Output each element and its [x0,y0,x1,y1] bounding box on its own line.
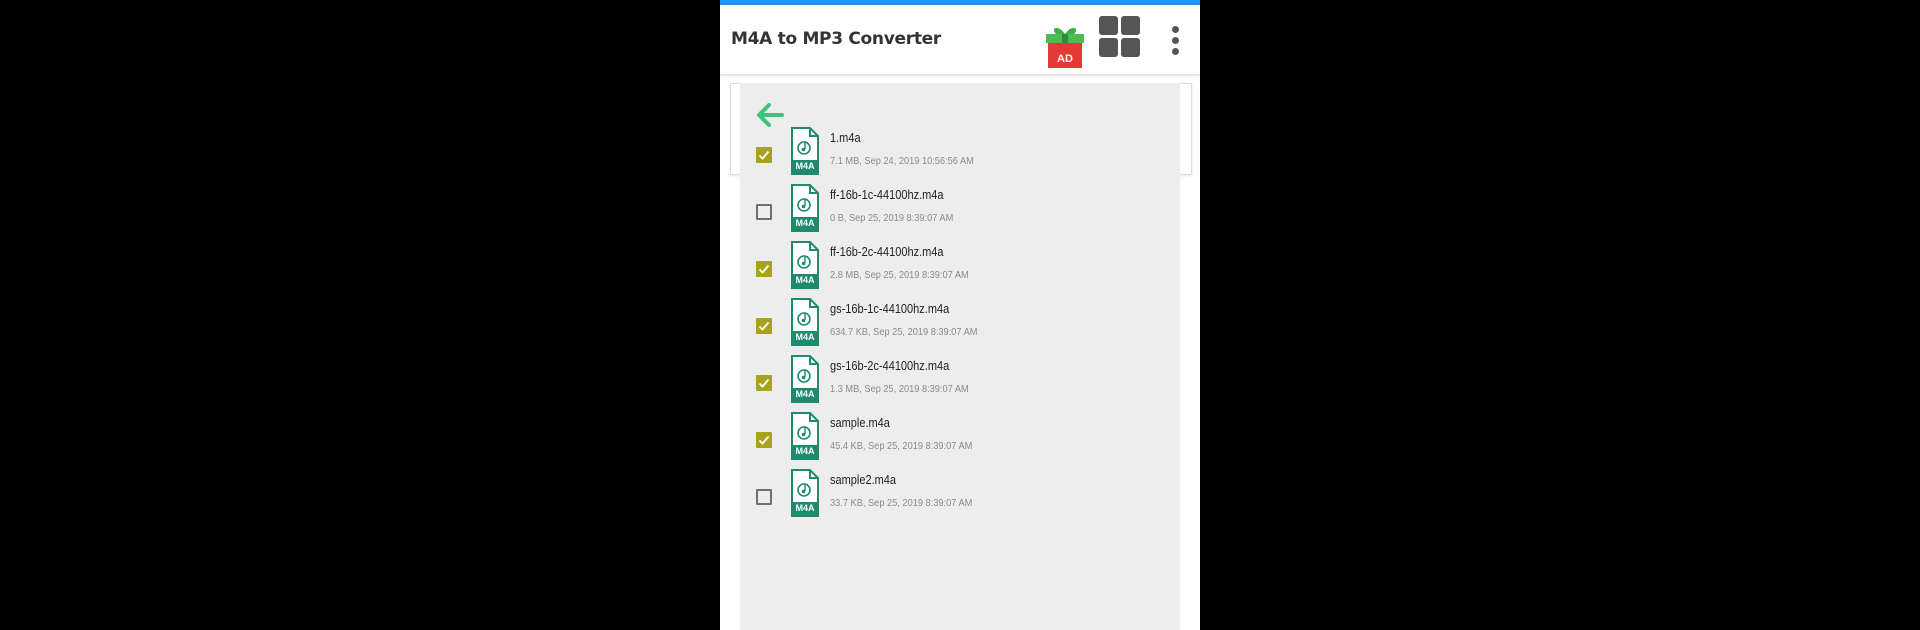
file-meta: 2.8 MB, Sep 25, 2019 8:39:07 AM [830,269,969,281]
file-type-badge: M4A [795,332,815,342]
file-row[interactable]: M4A 1.m4a 7.1 MB, Sep 24, 2019 10:56:56 AM [740,127,1180,184]
m4a-file-icon: M4A [791,184,819,232]
file-meta: 45.4 KB, Sep 25, 2019 8:39:07 AM [830,440,973,452]
file-row[interactable]: M4A ff-16b-1c-44100hz.m4a 0 B, Sep 25, 201… [740,184,1180,241]
m4a-file-icon: M4A [791,241,819,289]
file-row[interactable]: M4A sample2.m4a 33.7 KB, Sep 25, 2019 8:39… [740,469,1180,526]
checkbox-checked[interactable] [756,261,772,277]
file-name: gs-16b-2c-44100hz.m4a [830,359,950,373]
file-name: 1.m4a [830,131,861,145]
file-meta: 634.7 KB, Sep 25, 2019 8:39:07 AM [830,326,978,338]
file-row[interactable]: M4A ff-16b-2c-44100hz.m4a 2.8 MB, Sep 25, … [740,241,1180,298]
file-meta: 0 B, Sep 25, 2019 8:39:07 AM [830,212,954,224]
m4a-file-icon: M4A [791,412,819,460]
file-type-badge: M4A [795,161,815,171]
check-icon [758,378,770,388]
gift-ad-icon[interactable]: AD [1044,22,1086,70]
file-type-badge: M4A [795,218,815,228]
checkbox-checked[interactable] [756,318,772,334]
check-icon [758,321,770,331]
file-meta: 7.1 MB, Sep 24, 2019 10:56:56 AM [830,155,974,167]
app-title: M4A to MP3 Converter [731,29,941,49]
file-type-badge: M4A [795,275,815,285]
file-type-badge: M4A [795,503,815,513]
file-row[interactable]: M4A sample.m4a 45.4 KB, Sep 25, 2019 8:39:… [740,412,1180,469]
ad-label: AD [1057,53,1073,65]
m4a-file-icon: M4A [791,355,819,403]
file-name: ff-16b-1c-44100hz.m4a [830,188,944,202]
file-name: sample.m4a [830,416,890,430]
check-icon [758,264,770,274]
m4a-file-icon: M4A [791,298,819,346]
checkbox-unchecked[interactable] [756,204,772,220]
check-icon [758,150,770,160]
checkbox-checked[interactable] [756,147,772,163]
file-type-badge: M4A [795,446,815,456]
file-type-badge: M4A [795,389,815,399]
file-name: sample2.m4a [830,473,897,487]
m4a-file-icon: M4A [791,127,819,175]
file-name: ff-16b-2c-44100hz.m4a [830,245,944,259]
file-row[interactable]: M4A gs-16b-1c-44100hz.m4a 634.7 KB, Sep 25… [740,298,1180,355]
file-name: gs-16b-1c-44100hz.m4a [830,302,950,316]
app-bar: M4A to MP3 Converter AD [720,5,1200,75]
grid-apps-icon[interactable] [1099,16,1141,62]
more-vert-icon[interactable] [1164,19,1188,63]
checkbox-checked[interactable] [756,432,772,448]
file-row[interactable]: M4A gs-16b-2c-44100hz.m4a 1.3 MB, Sep 25, … [740,355,1180,412]
file-meta: 33.7 KB, Sep 25, 2019 8:39:07 AM [830,497,973,509]
checkbox-unchecked[interactable] [756,489,772,505]
m4a-file-icon: M4A [791,469,819,517]
checkbox-checked[interactable] [756,375,772,391]
check-icon [758,435,770,445]
file-picker-panel: M4A 1.m4a 7.1 MB, Sep 24, 2019 10:56:56 AM… [740,83,1180,630]
phone-screen: M4A to MP3 Converter AD M4A 1.m4a 7.1 MB… [720,0,1200,630]
file-meta: 1.3 MB, Sep 25, 2019 8:39:07 AM [830,383,969,395]
